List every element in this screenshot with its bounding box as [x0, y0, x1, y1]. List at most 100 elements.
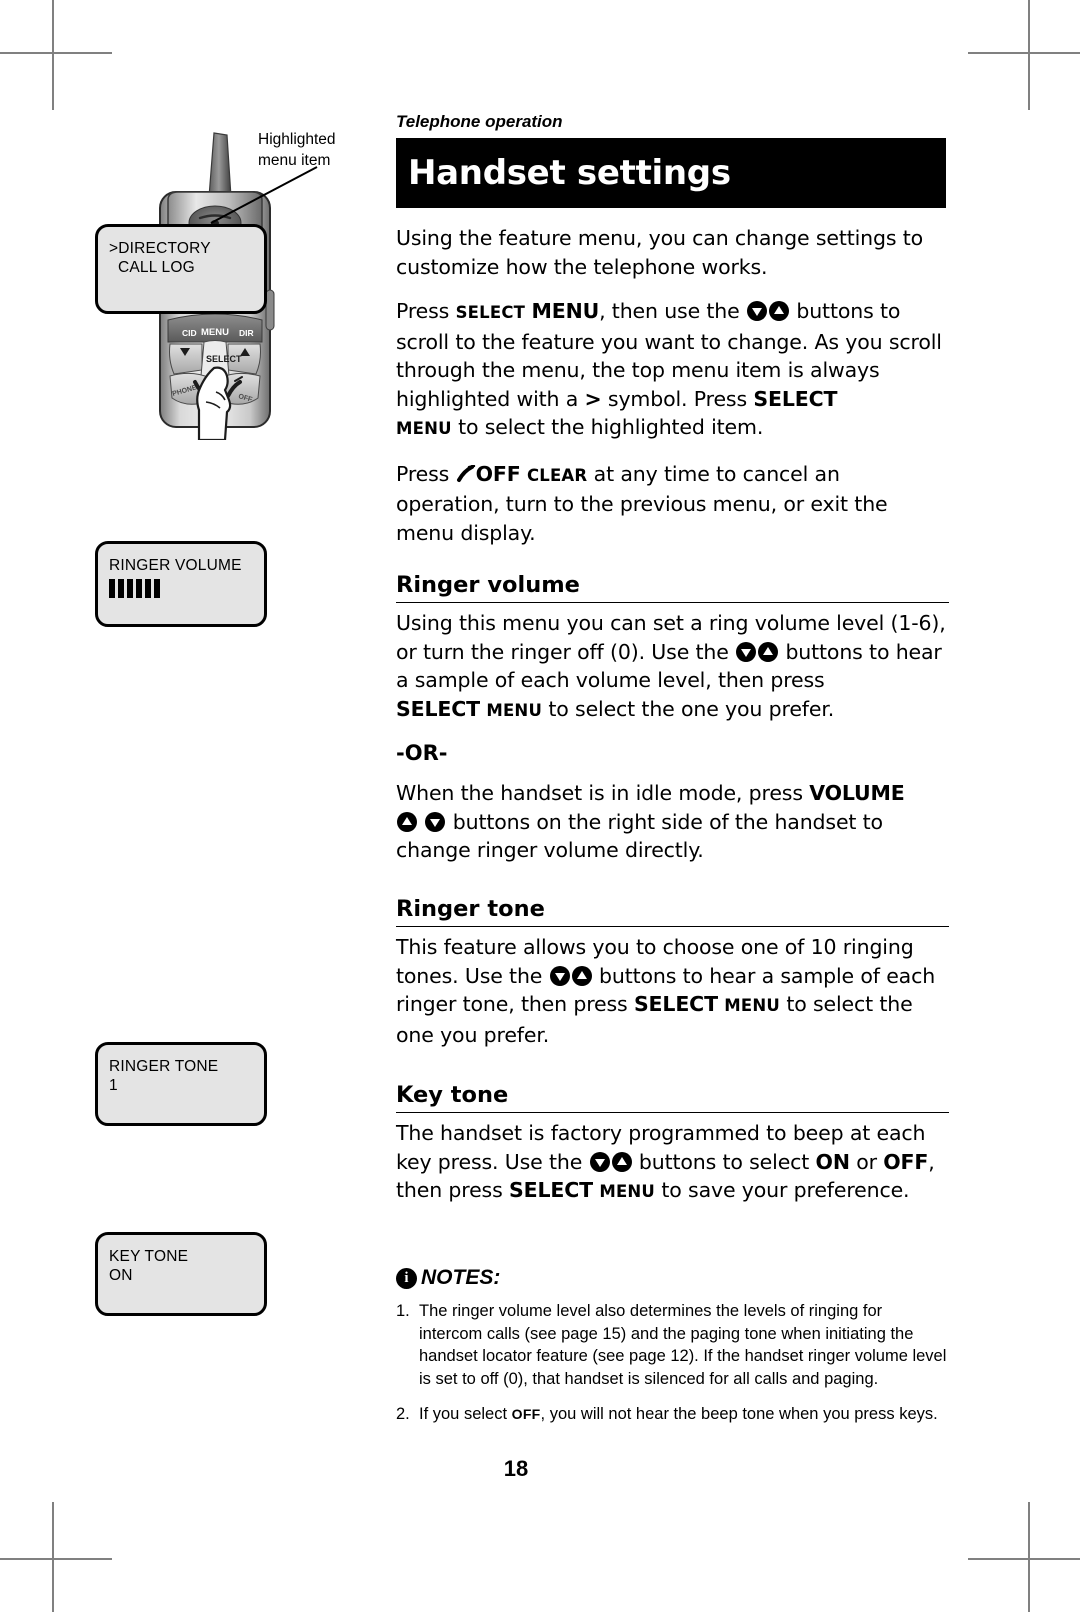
txt: to select the highlighted item.: [451, 415, 764, 439]
menu-keyword: MENU: [396, 419, 452, 438]
highlight-symbol: >: [584, 386, 602, 411]
note-item: 1. The ringer volume level also determin…: [396, 1300, 949, 1390]
page-title: Handset settings: [408, 153, 731, 193]
down-button-icon: [549, 965, 570, 986]
down-button-icon: [736, 641, 757, 662]
lcd-menu-line-1: >DIRECTORY: [109, 240, 211, 257]
intro-block: Using the feature menu, you can change s…: [396, 224, 949, 563]
volume-bar: [109, 579, 115, 598]
off-keyword: OFF: [475, 461, 521, 486]
txt: , you will not hear the beep tone when y…: [540, 1405, 938, 1423]
volume-bar: [127, 579, 133, 598]
manual-page: CID MENU DIR SELECT PHONE OFF Highlighte…: [0, 0, 1080, 1612]
lcd-ringer-tone-value: 1: [109, 1077, 118, 1094]
intro-paragraph-3: Press OFF CLEAR at any time to cancel an…: [396, 460, 949, 548]
ringer-tone-paragraph-1: This feature allows you to choose one of…: [396, 933, 949, 1049]
section-ringer-tone: Ringer tone This feature allows you to c…: [396, 896, 949, 1065]
volume-bar: [145, 579, 151, 598]
volume-keyword: VOLUME: [809, 781, 905, 805]
select-keyword: SELECT: [633, 992, 718, 1016]
select-keyword: SELECT: [753, 386, 838, 411]
txt: If you select: [419, 1405, 512, 1423]
illustration-sidebar: CID MENU DIR SELECT PHONE OFF Highlighte…: [0, 0, 390, 1612]
info-icon: i: [396, 1267, 417, 1289]
note-text: If you select OFF, you will not hear the…: [419, 1405, 938, 1423]
section-heading-key-tone: Key tone: [396, 1082, 949, 1113]
lcd-screen-key-tone: KEY TONE ON: [95, 1232, 267, 1316]
on-keyword: ON: [815, 1149, 850, 1174]
up-button-icon: [571, 965, 592, 986]
up-button-icon: [758, 641, 779, 662]
txt: buttons on the right side of the handset…: [396, 809, 883, 863]
menu-keyword: MENU: [486, 700, 543, 720]
soft-key-label-cid: CID: [182, 328, 197, 338]
lcd-key-tone-value: ON: [109, 1267, 133, 1284]
txt: to save your preference.: [655, 1178, 910, 1202]
volume-bar: [136, 579, 142, 598]
txt: buttons to select: [632, 1149, 816, 1174]
callout-highlighted-menu-item: Highlighted menu item: [258, 129, 388, 171]
callout-leader-line: [210, 166, 318, 224]
note-number: 2.: [396, 1405, 410, 1423]
select-keyword: SELECT: [396, 696, 480, 721]
key-tone-paragraph-1: The handset is factory programmed to bee…: [396, 1119, 949, 1207]
crop-mark-bottom-right-vertical: [1028, 1502, 1030, 1612]
off-keyword: OFF: [511, 1406, 541, 1422]
lcd-screen-ringer-tone: RINGER TONE 1: [95, 1042, 267, 1126]
page-number: 18: [503, 1456, 529, 1481]
down-button-icon: [589, 1151, 610, 1172]
note-text: The ringer volume level also determines …: [419, 1302, 947, 1388]
down-button-icon: [425, 811, 446, 832]
down-button-icon: [746, 301, 767, 321]
ringer-volume-paragraph-1: Using this menu you can set a ring volum…: [396, 609, 949, 725]
notes-list: 1. The ringer volume level also determin…: [396, 1300, 949, 1426]
intro-paragraph-1: Using the feature menu, you can change s…: [396, 226, 924, 279]
section-heading-ringer-volume: Ringer volume: [396, 572, 949, 603]
notes-heading: i NOTES:: [396, 1266, 949, 1290]
phone-off-glyph-icon: [456, 464, 475, 482]
menu-keyword: MENU: [599, 1182, 656, 1201]
volume-bar: [118, 579, 124, 598]
lcd-ringer-tone-title: RINGER TONE: [109, 1058, 219, 1075]
txt: , then use the: [599, 299, 746, 323]
crop-mark-top-right-horizontal: [968, 52, 1080, 54]
page-title-bar: Handset settings: [396, 138, 946, 208]
select-key-label: SELECT: [206, 354, 242, 364]
lcd-key-tone-title: KEY TONE: [109, 1248, 189, 1265]
lcd-screen-ringer-volume: RINGER VOLUME: [95, 541, 267, 627]
notes-block: i NOTES: 1. The ringer volume level also…: [396, 1262, 949, 1439]
section-heading-ringer-tone: Ringer tone: [396, 896, 949, 927]
up-button-icon: [768, 301, 789, 321]
off-keyword: OFF: [883, 1149, 929, 1174]
txt: Press: [396, 461, 456, 486]
up-button-icon: [611, 1151, 632, 1172]
txt: symbol. Press: [601, 386, 754, 411]
txt: Press: [396, 299, 456, 323]
txt: to select the one you prefer.: [542, 696, 835, 721]
callout-line-2: menu item: [258, 152, 331, 169]
or-divider: -OR-: [396, 741, 448, 765]
note-number: 1.: [396, 1302, 410, 1320]
select-keyword: SELECT: [508, 1178, 593, 1202]
lcd-ringer-volume-bars: [109, 579, 264, 598]
menu-keyword: MENU: [724, 996, 780, 1015]
volume-bar: [154, 579, 160, 598]
txt: or: [849, 1149, 884, 1174]
intro-paragraph-2: Press SELECT MENU, then use the buttons …: [396, 297, 949, 444]
callout-line-1: Highlighted: [258, 131, 336, 148]
lcd-ringer-volume-title: RINGER VOLUME: [109, 557, 242, 574]
soft-key-label-menu: MENU: [201, 327, 229, 338]
section-key-tone: Key tone The handset is factory programm…: [396, 1082, 949, 1223]
select-keyword: SELECT: [455, 303, 526, 322]
clear-keyword: CLEAR: [526, 465, 588, 485]
txt: When the handset is in idle mode, press: [396, 781, 810, 805]
lcd-menu-line-2: CALL LOG: [118, 259, 195, 276]
crop-mark-top-right-vertical: [1028, 0, 1030, 110]
lcd-screen-menu: >DIRECTORY CALL LOG: [95, 224, 267, 314]
notes-heading-label: NOTES:: [421, 1266, 501, 1289]
running-head: Telephone operation: [396, 112, 563, 131]
note-item: 2. If you select OFF, you will not hear …: [396, 1403, 949, 1426]
soft-key-label-dir: DIR: [239, 328, 254, 338]
crop-mark-bottom-right-horizontal: [968, 1558, 1080, 1560]
up-button-icon: [397, 811, 417, 832]
